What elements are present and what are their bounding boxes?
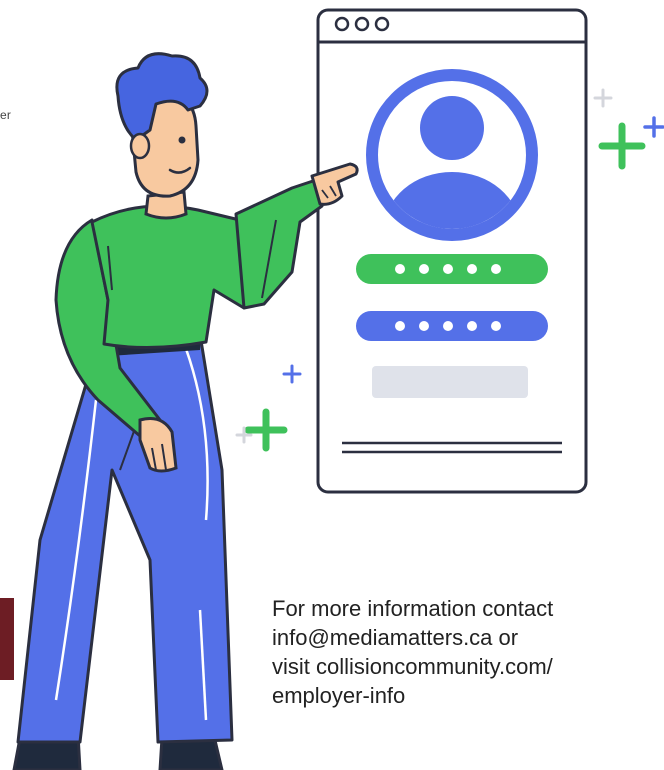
login-button-placeholder [372, 366, 528, 398]
contact-email-line[interactable]: info@mediamatters.ca or [272, 623, 664, 652]
sparkle-icon [235, 364, 302, 452]
contact-line-1: For more information contact [272, 596, 554, 621]
contact-url-line-2[interactable]: employer-info [272, 681, 664, 710]
browser-window [316, 8, 588, 494]
password-field-green [356, 254, 548, 284]
contact-url-line[interactable]: visit collisioncommunity.com/ [272, 652, 664, 681]
contact-info: For more information contact info@mediam… [272, 594, 664, 710]
sparkle-icon [593, 88, 664, 170]
password-field-blue [356, 311, 548, 341]
